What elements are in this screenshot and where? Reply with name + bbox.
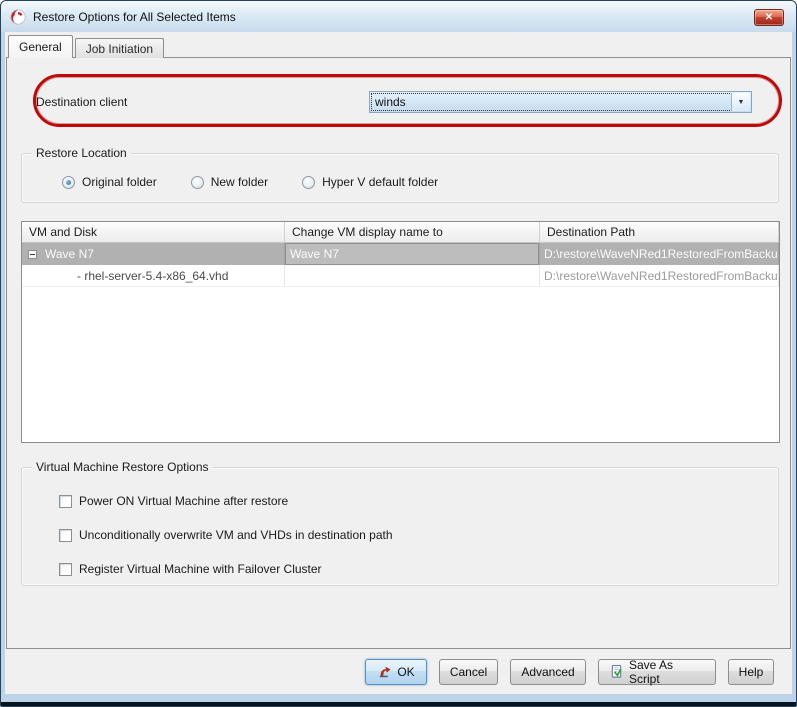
close-icon: ✕: [765, 12, 773, 23]
app-logo-icon: [10, 9, 26, 25]
radio-unselected-icon: [302, 176, 315, 189]
cancel-button[interactable]: Cancel: [439, 659, 498, 685]
chevron-down-icon: ▼: [738, 99, 745, 106]
collapse-icon[interactable]: [28, 250, 37, 259]
radio-selected-icon: [62, 176, 75, 189]
checkbox-unchecked-icon: [59, 529, 72, 542]
ok-button-label: OK: [397, 665, 414, 679]
column-header-display-name[interactable]: Change VM display name to: [285, 222, 540, 242]
tab-general[interactable]: General: [8, 35, 73, 58]
help-button[interactable]: Help: [728, 659, 774, 685]
radio-new-folder[interactable]: New folder: [191, 175, 268, 189]
restore-location-group: Restore Location Original folder New fol…: [21, 153, 779, 203]
checkbox-unchecked-icon: [59, 563, 72, 576]
checkbox-power-on[interactable]: Power ON Virtual Machine after restore: [59, 494, 778, 508]
display-name-empty-cell[interactable]: [285, 265, 540, 286]
close-button[interactable]: ✕: [754, 9, 784, 26]
advanced-button[interactable]: Advanced: [510, 659, 586, 685]
checkbox-overwrite[interactable]: Unconditionally overwrite VM and VHDs in…: [59, 528, 778, 542]
cancel-button-label: Cancel: [450, 665, 487, 679]
tab-strip: General Job Initiation: [8, 35, 166, 58]
table-row-vm[interactable]: Wave N7 Wave N7 D:\restore\WaveNRed1Rest…: [22, 243, 779, 265]
vm-restore-options-group: Virtual Machine Restore Options Power ON…: [21, 467, 779, 586]
ok-button[interactable]: OK: [365, 659, 427, 685]
radio-hyperv-default-folder-label: Hyper V default folder: [322, 175, 438, 189]
radio-hyperv-default-folder[interactable]: Hyper V default folder: [302, 175, 438, 189]
save-as-script-button[interactable]: Save As Script: [598, 659, 716, 685]
radio-original-folder[interactable]: Original folder: [62, 175, 157, 189]
save-as-script-button-label: Save As Script: [629, 658, 705, 686]
checkbox-unchecked-icon: [59, 495, 72, 508]
restore-location-title: Restore Location: [32, 146, 131, 160]
dropdown-arrow-button[interactable]: ▼: [731, 93, 750, 111]
display-name-value: Wave N7: [290, 247, 339, 261]
radio-unselected-icon: [191, 176, 204, 189]
restore-location-options: Original folder New folder Hyper V defau…: [62, 175, 778, 189]
column-header-vm-and-disk[interactable]: VM and Disk: [22, 222, 285, 242]
radio-original-folder-label: Original folder: [82, 175, 157, 189]
tab-job-initiation[interactable]: Job Initiation: [75, 38, 164, 58]
vm-restore-table: VM and Disk Change VM display name to De…: [21, 221, 780, 443]
vm-restore-options-checkboxes: Power ON Virtual Machine after restore U…: [59, 494, 778, 576]
destination-client-value: winds: [375, 95, 406, 109]
dialog-content: General Job Initiation Destination clien…: [5, 32, 792, 694]
vm-name: Wave N7: [45, 247, 94, 261]
display-name-edit-cell[interactable]: Wave N7: [285, 243, 539, 265]
window-title: Restore Options for All Selected Items: [33, 10, 236, 24]
checkbox-overwrite-label: Unconditionally overwrite VM and VHDs in…: [79, 528, 393, 542]
vm-restore-options-title: Virtual Machine Restore Options: [32, 460, 213, 474]
advanced-button-label: Advanced: [521, 665, 574, 679]
tab-general-label: General: [19, 40, 62, 54]
restore-options-dialog: Restore Options for All Selected Items ✕…: [0, 0, 797, 707]
radio-new-folder-label: New folder: [211, 175, 268, 189]
table-header: VM and Disk Change VM display name to De…: [22, 222, 779, 243]
dialog-button-row: OK Cancel Advanced Save As Script Help: [5, 649, 792, 694]
disk-name: - rhel-server-5.4-x86_64.vhd: [22, 265, 285, 286]
checkbox-register-failover[interactable]: Register Virtual Machine with Failover C…: [59, 562, 778, 576]
help-button-label: Help: [739, 665, 764, 679]
window-bottom-edge: [1, 702, 796, 706]
column-header-destination-path[interactable]: Destination Path: [540, 222, 779, 242]
tab-job-initiation-label: Job Initiation: [86, 42, 153, 56]
destination-path-cell[interactable]: D:\restore\WaveNRed1RestoredFromBackupCo…: [540, 243, 779, 265]
destination-client-dropdown[interactable]: winds ▼: [369, 91, 752, 113]
checkbox-register-failover-label: Register Virtual Machine with Failover C…: [79, 562, 322, 576]
title-bar: Restore Options for All Selected Items ✕: [1, 1, 796, 32]
destination-path-cell[interactable]: D:\restore\WaveNRed1RestoredFromBackupCo…: [540, 265, 779, 286]
destination-client-label: Destination client: [36, 95, 127, 109]
general-tab-panel: Destination client winds ▼ Restore Locat…: [6, 57, 791, 649]
ok-stamp-icon: [377, 664, 392, 679]
script-file-icon: [609, 664, 624, 679]
table-row-disk[interactable]: - rhel-server-5.4-x86_64.vhd D:\restore\…: [22, 265, 779, 287]
checkbox-power-on-label: Power ON Virtual Machine after restore: [79, 494, 288, 508]
